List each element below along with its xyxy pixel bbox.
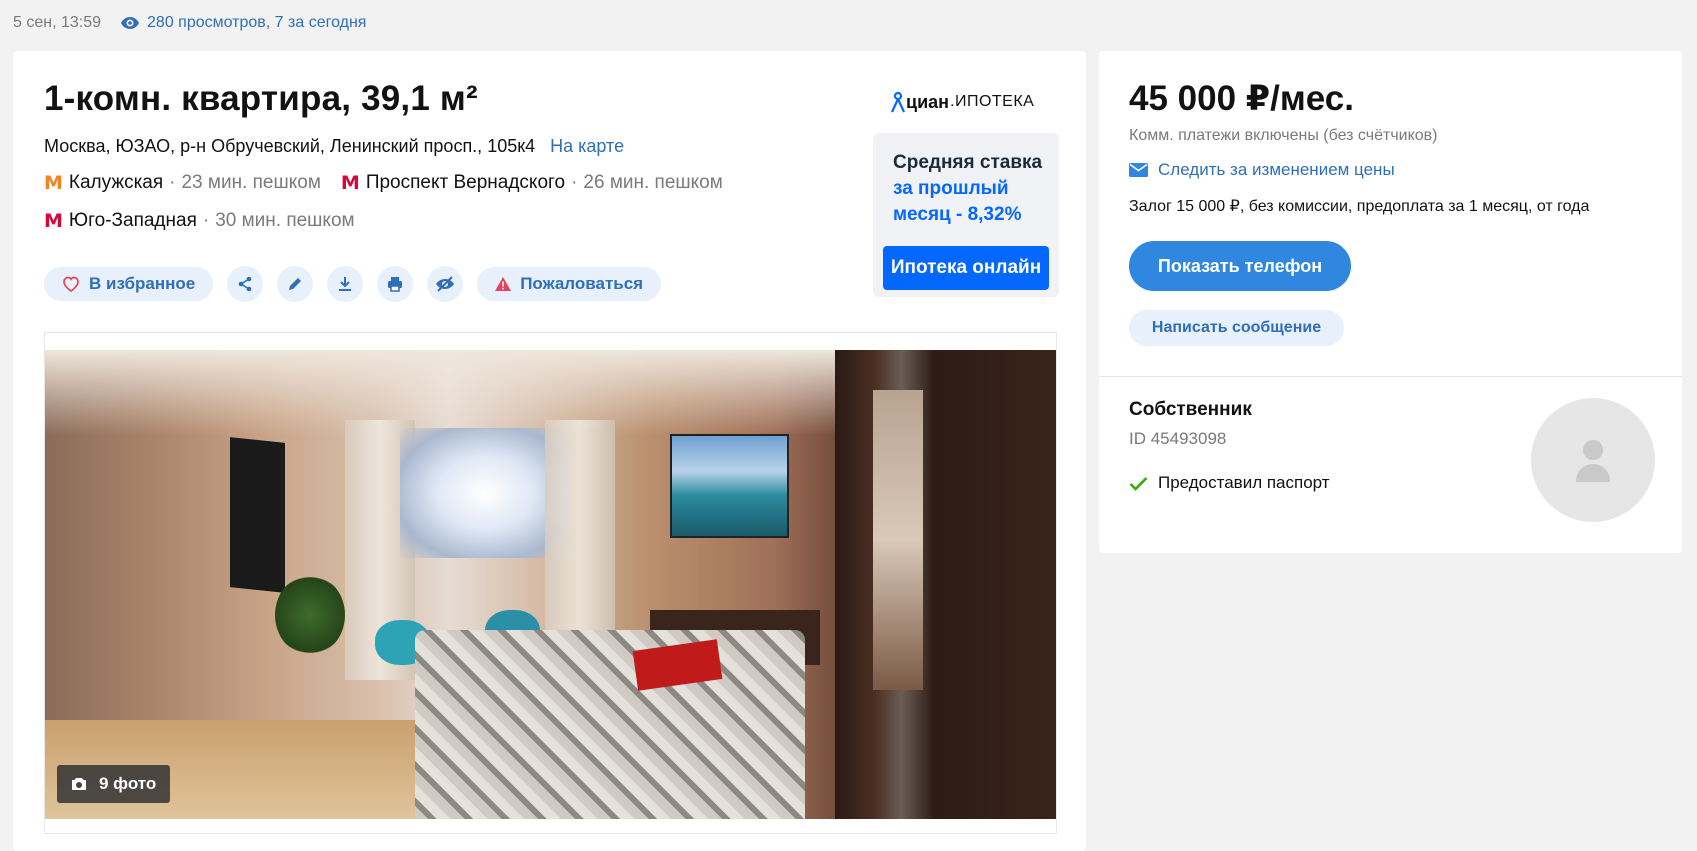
metro-time: 30 мин. пешком xyxy=(215,210,355,231)
metro-row: М Юго-Западная · 30 мин. пешком xyxy=(44,210,375,232)
price: 45 000 ₽/мес. xyxy=(1129,79,1354,118)
share-icon xyxy=(238,276,252,292)
divider xyxy=(1099,376,1682,377)
owner-id: ID 45493098 xyxy=(1129,429,1227,448)
promo-text: Средняя ставка за прошлый месяц - 8,32% xyxy=(893,150,1063,228)
main-photo[interactable]: 9 фото xyxy=(45,350,1056,819)
metro-name: Калужская xyxy=(68,172,164,193)
location-pin-icon xyxy=(891,91,905,113)
pencil-icon xyxy=(289,278,302,290)
camera-icon xyxy=(72,778,86,790)
map-link[interactable]: На карте xyxy=(550,136,624,156)
promo-line-1: Средняя ставка xyxy=(893,152,1043,173)
price-card: 45 000 ₽/мес. Комм. платежи включены (бе… xyxy=(1099,51,1682,553)
passport-label: Предоставил паспорт xyxy=(1158,473,1330,492)
complain-button[interactable]: Пожаловаться xyxy=(477,267,662,301)
print-button[interactable] xyxy=(377,266,414,302)
photo-tv xyxy=(230,437,285,593)
rental-terms: Залог 15 000 ₽, без комиссии, предоплата… xyxy=(1129,198,1590,215)
metro-separator: · xyxy=(169,172,176,193)
metro-row: М Калужская · 23 мин. пешком М Проспект … xyxy=(44,172,743,194)
views-text: 280 просмотров, 7 за сегодня xyxy=(147,14,367,31)
promo-line-3: месяц - 8,32% xyxy=(893,204,1022,225)
heart-icon xyxy=(63,276,79,292)
photo-painting xyxy=(670,434,789,538)
publish-date: 5 сен, 13:59 xyxy=(13,14,102,31)
listing-meta: 5 сен, 13:59 280 просмотров, 7 за сегодн… xyxy=(13,12,366,34)
download-button[interactable] xyxy=(327,266,364,302)
warning-icon xyxy=(495,277,512,291)
listing-actions: В избранное Пожаловаться xyxy=(44,266,662,302)
hide-button[interactable] xyxy=(427,266,464,302)
photo-wardrobe xyxy=(835,350,1056,819)
mortgage-promo: Средняя ставка за прошлый месяц - 8,32% … xyxy=(873,133,1059,297)
listing-card: 1-комн. квартира, 39,1 м² Москва, ЮЗАО, … xyxy=(13,51,1086,851)
address-text: Москва, ЮЗАО, р-н Обручевский, Ленинский… xyxy=(44,136,536,156)
note-button[interactable] xyxy=(277,266,314,302)
favorite-button[interactable]: В избранное xyxy=(44,267,214,301)
checkmark-icon xyxy=(1129,476,1148,491)
listing-address: Москва, ЮЗАО, р-н Обручевский, Ленинский… xyxy=(44,136,624,157)
metro-station[interactable]: М Калужская · 23 мин. пешком xyxy=(44,172,321,194)
eye-off-icon xyxy=(436,276,455,292)
mortgage-online-button[interactable]: Ипотека онлайн xyxy=(883,246,1049,290)
metro-name: Юго-Западная xyxy=(68,210,197,231)
metro-icon: М xyxy=(44,172,63,194)
share-button[interactable] xyxy=(227,266,264,302)
follow-price-label: Следить за изменением цены xyxy=(1158,160,1395,179)
show-phone-button[interactable]: Показать телефон xyxy=(1129,241,1351,291)
write-message-button[interactable]: Написать сообщение xyxy=(1129,310,1344,346)
metro-icon: М xyxy=(44,210,63,232)
metro-station[interactable]: М Проспект Вернадского · 26 мин. пешком xyxy=(341,172,723,194)
listing-title: 1-комн. квартира, 39,1 м² xyxy=(44,79,478,118)
follow-price-link[interactable]: Следить за изменением цены xyxy=(1129,160,1395,180)
logo-suffix: .ИПОТЕКА xyxy=(950,93,1035,110)
photo-bed xyxy=(415,630,805,819)
passport-verified: Предоставил паспорт xyxy=(1129,473,1330,493)
metro-station[interactable]: М Юго-Западная · 30 мин. пешком xyxy=(44,210,355,232)
metro-time: 26 мин. пешком xyxy=(583,172,723,193)
complain-label: Пожаловаться xyxy=(520,274,644,293)
envelope-icon xyxy=(1129,163,1148,177)
utilities-info: Комм. платежи включены (без счётчиков) xyxy=(1129,127,1438,144)
metro-icon: М xyxy=(340,172,360,194)
photo-mirror xyxy=(873,390,923,690)
owner-title: Собственник xyxy=(1129,399,1252,420)
metro-separator: · xyxy=(571,172,578,193)
cian-mortgage-logo[interactable]: циан .ИПОТЕКА xyxy=(890,91,1034,113)
metro-name: Проспект Вернадского xyxy=(365,172,566,193)
metro-separator: · xyxy=(202,210,210,231)
promo-line-2: за прошлый xyxy=(893,178,1009,199)
photo-gallery[interactable]: 9 фото xyxy=(44,332,1057,834)
favorite-label: В избранное xyxy=(89,274,196,293)
photo-count-text: 9 фото xyxy=(99,774,157,793)
download-icon xyxy=(339,277,352,291)
logo-brand: циан xyxy=(906,91,950,112)
avatar xyxy=(1531,398,1655,522)
eye-icon xyxy=(121,17,140,29)
photo-count-badge[interactable]: 9 фото xyxy=(57,765,171,803)
views-counter[interactable]: 280 просмотров, 7 за сегодня xyxy=(121,14,366,32)
metro-time: 23 мин. пешком xyxy=(181,172,321,193)
user-icon xyxy=(1576,440,1610,482)
printer-icon xyxy=(388,277,403,292)
photo-plant xyxy=(275,575,345,655)
